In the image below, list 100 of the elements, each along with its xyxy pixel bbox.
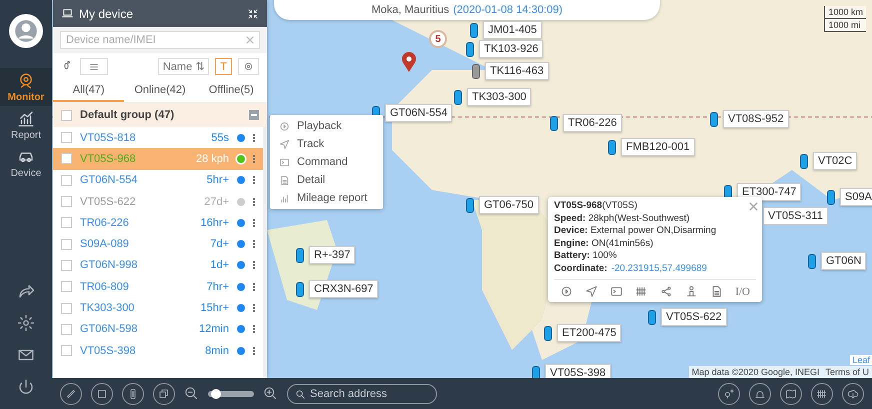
device-name: VT05S-398 [80, 344, 137, 357]
io-button[interactable]: I/O [735, 286, 750, 298]
map-tool-button[interactable] [718, 382, 740, 404]
map-tool-button[interactable] [153, 382, 175, 404]
map-tool-button[interactable] [60, 382, 82, 404]
menu-item[interactable]: Playback [270, 117, 383, 135]
address-text: Moka, Mauritius [371, 4, 450, 16]
device-name: TR06-226 [80, 216, 130, 229]
car-icon[interactable] [466, 198, 474, 212]
device-row[interactable]: VT05S-818 55s [53, 127, 263, 148]
coordinate-label: Coordinate: [554, 262, 608, 275]
nav-item[interactable]: Report [0, 106, 52, 144]
nav-item[interactable]: Monitor [0, 68, 52, 106]
checkbox[interactable] [61, 302, 72, 314]
vehicle-label: GT06-750 [479, 196, 539, 214]
coordinate-link[interactable]: -20.231915,57.499689 [611, 262, 707, 275]
label-toggle[interactable]: T [215, 58, 232, 75]
ruler-icon [65, 388, 77, 400]
filter-tab[interactable]: All(47) [53, 80, 124, 102]
terminal-icon [610, 285, 624, 298]
zoom-out-icon [184, 386, 199, 401]
person-icon [685, 285, 698, 298]
map-tool-button[interactable] [749, 382, 771, 404]
search-field[interactable]: Device name/IMEI [60, 31, 260, 49]
vehicle-label: VT02C [813, 152, 858, 170]
checkbox[interactable] [61, 345, 72, 356]
collapse-toggle[interactable] [249, 110, 259, 120]
car-icon[interactable] [296, 248, 304, 262]
square-icon [96, 388, 108, 400]
vehicle-label: TK116-463 [485, 62, 549, 80]
car-icon[interactable] [470, 22, 478, 38]
checkbox[interactable] [61, 324, 72, 335]
device-row[interactable]: GT06N-554 5hr+ [53, 170, 263, 191]
bar-chart-icon [279, 192, 290, 204]
map-tool-button[interactable] [91, 382, 113, 404]
car-icon[interactable] [827, 190, 835, 204]
vehicle-label: FMB120-001 [621, 138, 695, 156]
slider-thumb[interactable] [210, 388, 221, 398]
avatar[interactable] [9, 14, 43, 48]
car-icon[interactable] [550, 116, 558, 130]
menu-item[interactable]: Mileage report [270, 189, 383, 207]
device-name: VT05S-622 [80, 196, 137, 208]
device-name: S09A-089 [80, 238, 130, 250]
location-pin-icon [17, 72, 35, 90]
car-icon[interactable] [472, 64, 480, 78]
info-line: Engine: ON(41min56s) [554, 238, 654, 250]
map-tool-button[interactable] [811, 382, 833, 404]
map-tool-button[interactable] [122, 382, 144, 404]
checkbox[interactable] [61, 196, 72, 208]
checkbox[interactable] [61, 110, 72, 120]
car-icon[interactable] [710, 112, 718, 126]
chart-icon [17, 110, 35, 128]
checkbox[interactable] [61, 260, 72, 271]
vehicle-label: VT05S-398 [545, 364, 611, 378]
navigation-icon [279, 138, 290, 150]
zoom-slider[interactable] [208, 390, 254, 396]
car-icon[interactable] [296, 282, 304, 296]
list-view-button[interactable] [80, 58, 108, 75]
document-icon [279, 174, 290, 186]
search-icon [295, 388, 306, 400]
power-icon [17, 378, 35, 396]
settings-icon [17, 314, 35, 332]
car-icon[interactable] [466, 42, 474, 56]
car-icon[interactable] [800, 154, 808, 168]
playback-icon [279, 120, 290, 132]
terms-link[interactable]: Terms of U [825, 367, 869, 377]
checkbox[interactable] [61, 217, 72, 228]
share-icon [660, 285, 674, 298]
vehicle-label: JM01-405 [483, 21, 542, 39]
group-label: Default group (47) [80, 109, 176, 121]
locate-button[interactable] [238, 58, 259, 75]
menu-item[interactable]: Track [270, 135, 383, 153]
device-status: 5hr+ [206, 174, 229, 186]
nav-item[interactable]: Device [0, 144, 52, 182]
menu-item[interactable]: Detail [270, 171, 383, 189]
info-line: Speed: 28kph(West-Southwest) [554, 212, 691, 225]
map-tool-button[interactable] [842, 382, 864, 404]
checkbox[interactable] [61, 238, 72, 250]
checkbox[interactable] [61, 132, 72, 144]
car-icon[interactable] [544, 326, 552, 340]
vehicle-label: GT06N [821, 252, 866, 270]
share-icon [17, 282, 35, 300]
map-tool-button[interactable] [780, 382, 802, 404]
car-icon[interactable] [608, 140, 616, 154]
address-search-field[interactable]: Search address [287, 384, 437, 404]
checkbox[interactable] [61, 174, 72, 186]
car-icon[interactable] [808, 254, 816, 268]
menu-item[interactable]: Command [270, 153, 383, 171]
checkbox[interactable] [61, 281, 72, 292]
sort-button[interactable]: Name ⇅ [158, 58, 210, 75]
leaflet-link[interactable]: Leaf [850, 355, 872, 365]
checkbox[interactable] [61, 153, 72, 164]
car-icon[interactable] [648, 310, 656, 324]
vehicle-label: ET200-475 [557, 324, 622, 342]
document-icon [710, 285, 724, 298]
car-icon[interactable] [532, 366, 540, 378]
car-icon[interactable] [454, 90, 462, 104]
map-icon [785, 388, 797, 400]
vehicle-label: TK103-926 [479, 40, 544, 58]
zoom-in-icon [263, 386, 278, 401]
